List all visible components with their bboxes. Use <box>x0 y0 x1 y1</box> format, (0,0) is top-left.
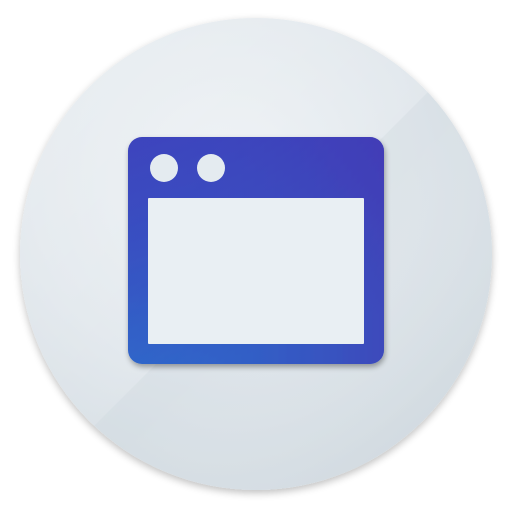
window-content-pane <box>148 198 364 344</box>
window-dot-1 <box>150 154 178 182</box>
window-dot-2 <box>197 154 225 182</box>
browser-window-icon <box>20 18 492 490</box>
window-icon <box>128 137 384 364</box>
app-icon-canvas <box>0 0 512 512</box>
